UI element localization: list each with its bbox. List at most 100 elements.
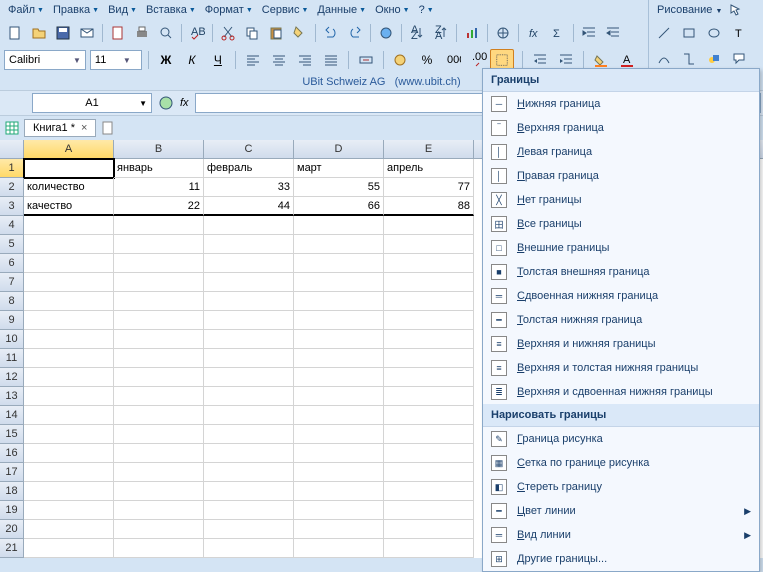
row-header[interactable]: 17 (0, 463, 24, 482)
cell[interactable] (24, 444, 114, 463)
cell[interactable] (24, 216, 114, 235)
cell[interactable] (114, 349, 204, 368)
cell[interactable] (204, 273, 294, 292)
cell[interactable] (294, 292, 384, 311)
cell[interactable] (294, 368, 384, 387)
cell[interactable] (384, 520, 474, 539)
menu-edit[interactable]: Правка▼ (49, 2, 103, 18)
row-header[interactable]: 12 (0, 368, 24, 387)
format-paint-icon[interactable] (289, 22, 311, 44)
cut-icon[interactable] (217, 22, 239, 44)
cell[interactable] (294, 444, 384, 463)
cell[interactable] (114, 235, 204, 254)
cell[interactable] (294, 330, 384, 349)
cell[interactable] (24, 368, 114, 387)
border-option[interactable]: │Левая граница (483, 140, 759, 164)
cell[interactable] (204, 368, 294, 387)
dec-indent-icon[interactable] (602, 22, 624, 44)
sort-asc-icon[interactable]: AZ (406, 22, 428, 44)
cell[interactable] (204, 444, 294, 463)
cell[interactable]: 88 (384, 197, 474, 216)
print-icon[interactable] (131, 22, 153, 44)
cell[interactable] (114, 273, 204, 292)
menu-data[interactable]: Данные▼ (313, 2, 370, 18)
percent-icon[interactable]: % (416, 49, 438, 71)
row-header[interactable]: 16 (0, 444, 24, 463)
cell[interactable] (384, 425, 474, 444)
callout-icon[interactable] (728, 48, 750, 70)
row-header[interactable]: 3 (0, 197, 24, 216)
undo-icon[interactable] (320, 22, 342, 44)
font-size-combo[interactable]: ▼ (90, 50, 142, 70)
col-header[interactable]: B (114, 140, 204, 158)
pointer-icon[interactable] (729, 3, 743, 17)
menu-insert[interactable]: Вставка▼ (142, 2, 200, 18)
cell[interactable] (384, 254, 474, 273)
cell[interactable] (384, 311, 474, 330)
rect-icon[interactable] (678, 22, 700, 44)
cell[interactable] (114, 520, 204, 539)
row-header[interactable]: 11 (0, 349, 24, 368)
bold-icon[interactable]: Ж (155, 49, 177, 71)
align-center-icon[interactable] (268, 49, 290, 71)
align-left-icon[interactable] (242, 49, 264, 71)
cell[interactable] (204, 330, 294, 349)
cell[interactable] (24, 292, 114, 311)
border-option[interactable]: ─Нижняя граница (483, 92, 759, 116)
function-icon[interactable]: fx (523, 22, 545, 44)
row-header[interactable]: 20 (0, 520, 24, 539)
border-option[interactable]: ≣Верхняя и сдвоенная нижняя границы (483, 380, 759, 404)
cell[interactable] (204, 235, 294, 254)
font-size-input[interactable] (95, 54, 119, 66)
copy-icon[interactable] (241, 22, 263, 44)
cell[interactable] (204, 520, 294, 539)
cell[interactable] (114, 216, 204, 235)
cell[interactable]: февраль (204, 159, 294, 178)
cell[interactable] (294, 463, 384, 482)
cell[interactable] (294, 216, 384, 235)
line-icon[interactable] (653, 22, 675, 44)
cell[interactable]: качество (24, 197, 114, 216)
cell[interactable]: 77 (384, 178, 474, 197)
cell[interactable] (294, 311, 384, 330)
draw-border-option[interactable]: ✎Граница рисунка (483, 427, 759, 451)
row-header[interactable]: 13 (0, 387, 24, 406)
italic-icon[interactable]: К (181, 49, 203, 71)
cell[interactable] (114, 501, 204, 520)
cell[interactable] (24, 311, 114, 330)
cell[interactable]: 66 (294, 197, 384, 216)
cell[interactable] (384, 482, 474, 501)
draw-border-option[interactable]: ═Вид линии▶ (483, 523, 759, 547)
cell[interactable]: 44 (204, 197, 294, 216)
align-right-icon[interactable] (294, 49, 316, 71)
cell[interactable] (24, 482, 114, 501)
fx-icon[interactable] (158, 95, 174, 111)
cell[interactable] (204, 292, 294, 311)
menu-tools[interactable]: Сервис▼ (258, 2, 313, 18)
cell[interactable]: 55 (294, 178, 384, 197)
cell[interactable] (24, 330, 114, 349)
cell[interactable] (114, 425, 204, 444)
row-header[interactable]: 8 (0, 292, 24, 311)
row-header[interactable]: 18 (0, 482, 24, 501)
cell[interactable] (384, 292, 474, 311)
cell[interactable] (24, 539, 114, 558)
row-header[interactable]: 15 (0, 425, 24, 444)
cell[interactable] (294, 349, 384, 368)
cell[interactable] (384, 444, 474, 463)
cell[interactable] (294, 273, 384, 292)
cell[interactable] (204, 387, 294, 406)
cell[interactable] (294, 254, 384, 273)
cell[interactable] (204, 349, 294, 368)
col-header[interactable]: D (294, 140, 384, 158)
cell[interactable] (204, 311, 294, 330)
cell[interactable] (24, 235, 114, 254)
comma-icon[interactable]: 000 (442, 49, 464, 71)
cell[interactable] (384, 349, 474, 368)
cell[interactable] (204, 254, 294, 273)
shapes-icon[interactable] (703, 48, 725, 70)
cell[interactable] (114, 368, 204, 387)
cell[interactable] (204, 482, 294, 501)
preview-icon[interactable] (155, 22, 177, 44)
row-header[interactable]: 10 (0, 330, 24, 349)
